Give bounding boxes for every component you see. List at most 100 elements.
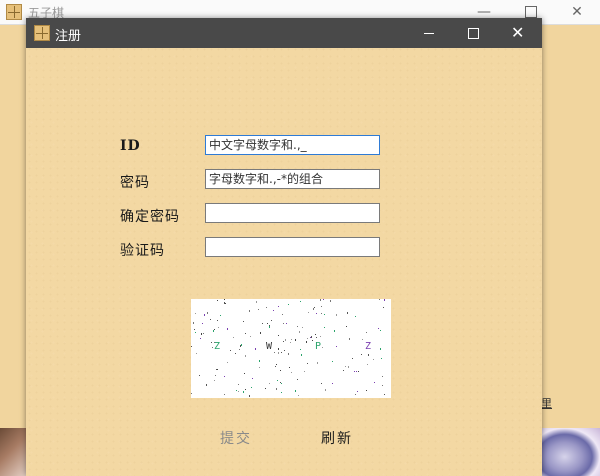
captcha-noise-dot xyxy=(300,301,301,302)
captcha-noise-dot xyxy=(307,338,308,339)
captcha-noise-dot xyxy=(366,332,367,333)
captcha-noise-dot xyxy=(207,312,208,314)
close-icon[interactable]: ✕ xyxy=(566,2,588,22)
captcha-noise-dot xyxy=(214,342,215,343)
captcha-noise-dot xyxy=(199,375,200,376)
dialog-close-icon[interactable]: ✕ xyxy=(496,18,542,48)
captcha-noise-dot xyxy=(245,355,246,357)
captcha-noise-dot xyxy=(281,392,282,393)
captcha-noise-dot xyxy=(235,353,236,354)
captcha-noise-dot xyxy=(238,391,239,392)
captcha-noise-dot xyxy=(200,338,201,339)
captcha-noise-dot xyxy=(211,342,212,343)
captcha-noise-dot xyxy=(227,362,228,363)
id-input[interactable] xyxy=(205,135,380,155)
captcha-noise-dot xyxy=(217,300,218,301)
captcha-noise-dot xyxy=(325,389,326,391)
captcha-noise-dot xyxy=(306,341,307,343)
captcha-noise-dot xyxy=(206,384,207,386)
captcha-char: W xyxy=(266,341,273,352)
captcha-noise-dot xyxy=(210,319,211,320)
captcha-noise-dot xyxy=(300,349,301,350)
captcha-noise-dot xyxy=(324,314,325,315)
captcha-noise-dot xyxy=(260,332,261,334)
captcha-noise-dot xyxy=(236,390,237,391)
captcha-noise-dot xyxy=(280,382,281,383)
captcha-noise-dot xyxy=(258,309,259,310)
captcha-noise-dot xyxy=(381,358,382,359)
dialog-app-icon xyxy=(34,25,50,41)
captcha-noise-dot xyxy=(245,333,246,334)
captcha-noise-dot xyxy=(366,390,367,391)
confirm-password-input[interactable] xyxy=(205,203,380,223)
captcha-noise-dot xyxy=(262,323,263,324)
captcha-noise-dot xyxy=(368,354,369,356)
background-link[interactable]: 里 xyxy=(541,395,557,411)
captcha-noise-dot xyxy=(191,346,192,347)
background-image-left xyxy=(0,428,26,476)
captcha-noise-dot xyxy=(233,337,234,338)
refresh-button[interactable]: 刷新 xyxy=(321,428,353,448)
captcha-noise-dot xyxy=(239,349,240,350)
captcha-noise-dot xyxy=(204,314,205,316)
captcha-noise-dot xyxy=(382,385,383,386)
captcha-noise-dot xyxy=(324,327,325,328)
captcha-noise-dot xyxy=(379,299,380,300)
captcha-noise-dot xyxy=(213,330,214,332)
dialog-titlebar[interactable]: 注册 ✕ xyxy=(26,18,542,48)
captcha-noise-dot xyxy=(230,350,231,351)
captcha-noise-dot xyxy=(201,334,202,335)
captcha-noise-dot xyxy=(278,348,279,350)
captcha-noise-dot xyxy=(249,310,250,312)
password-label: 密码 xyxy=(120,175,150,191)
captcha-noise-dot xyxy=(288,353,289,355)
background-image-right xyxy=(541,428,600,476)
captcha-noise-dot xyxy=(297,379,298,380)
captcha-noise-dot xyxy=(321,313,322,314)
captcha-noise-dot xyxy=(252,378,253,379)
captcha-noise-dot xyxy=(244,373,245,374)
captcha-noise-dot xyxy=(320,299,321,301)
captcha-noise-dot xyxy=(347,312,348,314)
captcha-noise-dot xyxy=(196,353,197,354)
captcha-noise-dot xyxy=(355,316,356,317)
password-input[interactable] xyxy=(205,169,380,189)
captcha-noise-dot xyxy=(330,300,331,302)
captcha-input[interactable] xyxy=(205,237,380,257)
captcha-noise-dot xyxy=(332,383,333,384)
captcha-noise-dot xyxy=(224,376,225,377)
captcha-noise-dot xyxy=(276,388,277,390)
captcha-noise-dot xyxy=(245,389,246,390)
captcha-noise-dot xyxy=(220,315,221,316)
captcha-noise-dot xyxy=(384,299,385,301)
captcha-noise-dot xyxy=(361,354,362,355)
captcha-label: 验证码 xyxy=(120,243,165,259)
captcha-noise-dot xyxy=(317,362,318,364)
captcha-noise-dot xyxy=(336,346,337,347)
captcha-noise-dot xyxy=(315,334,316,335)
captcha-noise-dot xyxy=(259,367,260,368)
captcha-noise-dot xyxy=(295,390,296,392)
captcha-noise-dot xyxy=(383,307,384,308)
captcha-noise-dot xyxy=(255,348,256,350)
captcha-noise-dot xyxy=(251,387,252,388)
captcha-noise-dot xyxy=(243,391,244,393)
dialog-minimize-icon[interactable] xyxy=(406,18,452,48)
captcha-noise-dot xyxy=(269,325,270,326)
submit-button[interactable]: 提交 xyxy=(220,428,252,448)
captcha-noise-dot xyxy=(280,370,281,371)
captcha-char: Z xyxy=(365,341,372,352)
captcha-noise-dot xyxy=(308,312,309,313)
captcha-noise-dot xyxy=(238,384,239,385)
captcha-noise-dot xyxy=(225,303,226,304)
captcha-noise-dot xyxy=(267,323,268,324)
captcha-noise-dot xyxy=(282,314,283,315)
captcha-noise-dot xyxy=(243,321,244,322)
captcha-noise-dot xyxy=(278,352,279,354)
captcha-noise-dot xyxy=(298,395,299,396)
dialog-maximize-icon[interactable] xyxy=(450,18,496,48)
captcha-noise-dot xyxy=(289,367,290,368)
captcha-noise-dot xyxy=(240,345,241,347)
captcha-noise-dot xyxy=(227,328,228,330)
captcha-noise-dot xyxy=(321,306,322,307)
